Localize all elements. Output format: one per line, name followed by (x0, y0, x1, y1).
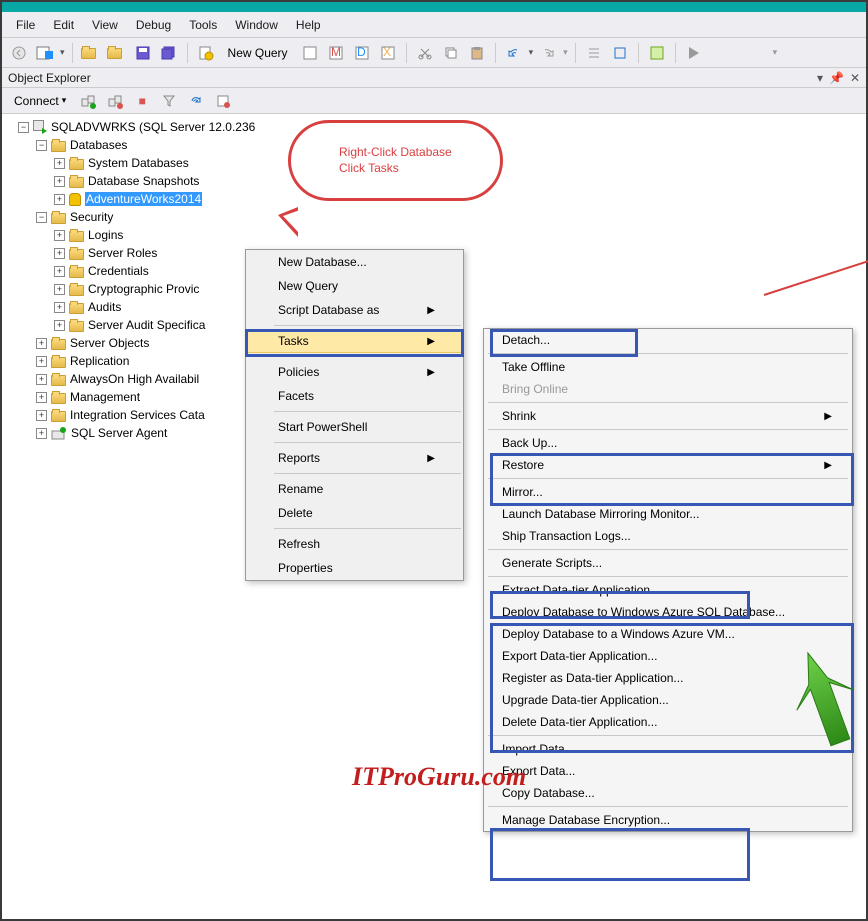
redo-button[interactable] (537, 42, 559, 64)
highlight-export-copy (490, 828, 750, 881)
cm-facets[interactable]: Facets (246, 384, 463, 408)
script2-button[interactable]: M (325, 42, 347, 64)
menu-window[interactable]: Window (227, 14, 286, 36)
sm-shrink[interactable]: Shrink▶ (484, 405, 852, 427)
cm-script-database[interactable]: Script Database as▶ (246, 298, 463, 322)
menu-debug[interactable]: Debug (128, 14, 179, 36)
open-button[interactable] (80, 42, 102, 64)
object-explorer-header: Object Explorer ▾ 📌 ✕ (2, 68, 866, 88)
script1-button[interactable] (299, 42, 321, 64)
watermark: ITProGuru.com (352, 762, 526, 792)
sm-copy-db[interactable]: Copy Database... (484, 782, 852, 804)
tasks-submenu: Detach... Take Offline Bring Online Shri… (483, 328, 853, 832)
sm-take-offline[interactable]: Take Offline (484, 356, 852, 378)
sm-deploy-azure[interactable]: Deploy Database to Windows Azure SQL Dat… (484, 601, 852, 623)
panel-toolbar: Connect▾ ■ (2, 88, 866, 114)
activity-button[interactable] (646, 42, 668, 64)
save-all-button[interactable] (158, 42, 180, 64)
cm-new-database[interactable]: New Database... (246, 250, 463, 274)
script3-button[interactable]: D (351, 42, 373, 64)
back-button[interactable] (8, 42, 30, 64)
toolbar: ▾ New Query M D X ▾ ▾ ▾ (2, 38, 866, 68)
svg-text:M: M (331, 46, 341, 59)
sm-mirror[interactable]: Mirror... (484, 481, 852, 503)
save-button[interactable] (132, 42, 154, 64)
copy-button[interactable] (440, 42, 462, 64)
play-button[interactable] (683, 42, 705, 64)
open2-button[interactable] (106, 42, 128, 64)
tree-security[interactable]: −Security (2, 208, 866, 226)
sm-backup[interactable]: Back Up... (484, 432, 852, 454)
script-icon[interactable] (212, 90, 234, 112)
svg-text:D: D (357, 46, 366, 59)
connect-icon[interactable] (77, 90, 99, 112)
sm-generate-scripts[interactable]: Generate Scripts... (484, 552, 852, 574)
close-icon[interactable]: ✕ (850, 71, 860, 85)
nav2-button[interactable] (609, 42, 631, 64)
cm-delete[interactable]: Delete (246, 501, 463, 525)
menu-edit[interactable]: Edit (45, 14, 82, 36)
cm-new-query[interactable]: New Query (246, 274, 463, 298)
sm-restore[interactable]: Restore▶ (484, 454, 852, 476)
new-project-button[interactable] (34, 42, 56, 64)
sm-export-data[interactable]: Export Data... (484, 760, 852, 782)
context-menu: New Database... New Query Script Databas… (245, 249, 464, 581)
disconnect-icon[interactable] (104, 90, 126, 112)
undo-button[interactable] (503, 42, 525, 64)
svg-text:X: X (383, 46, 391, 59)
sm-deploy-vm[interactable]: Deploy Database to a Windows Azure VM... (484, 623, 852, 645)
cm-policies[interactable]: Policies▶ (246, 360, 463, 384)
cm-rename[interactable]: Rename (246, 477, 463, 501)
sm-bring-online: Bring Online (484, 378, 852, 400)
callout-tail-fill (283, 210, 300, 234)
sm-detach[interactable]: Detach... (484, 329, 852, 351)
sm-extract-dac[interactable]: Extract Data-tier Application... (484, 579, 852, 601)
sm-manage-encryption[interactable]: Manage Database Encryption... (484, 809, 852, 831)
paste-button[interactable] (466, 42, 488, 64)
script4-button[interactable]: X (377, 42, 399, 64)
cut-button[interactable] (414, 42, 436, 64)
callout-line2: Click Tasks (339, 161, 452, 177)
nav1-button[interactable] (583, 42, 605, 64)
cm-reports[interactable]: Reports▶ (246, 446, 463, 470)
sm-launch-mirror[interactable]: Launch Database Mirroring Monitor... (484, 503, 852, 525)
refresh-icon[interactable] (185, 90, 207, 112)
cm-properties[interactable]: Properties (246, 556, 463, 580)
callout-line1: Right-Click Database (339, 145, 452, 161)
connect-button[interactable]: Connect▾ (8, 92, 72, 110)
titlebar (2, 2, 866, 12)
cm-tasks[interactable]: Tasks▶ (246, 329, 463, 353)
stop-icon[interactable]: ■ (131, 90, 153, 112)
pin-icon[interactable]: 📌 (829, 71, 844, 85)
menu-help[interactable]: Help (288, 14, 329, 36)
menubar: File Edit View Debug Tools Window Help (2, 12, 866, 38)
menu-view[interactable]: View (84, 14, 126, 36)
cm-refresh[interactable]: Refresh (246, 532, 463, 556)
menu-file[interactable]: File (8, 14, 43, 36)
new-query-icon[interactable] (195, 42, 217, 64)
filter-icon[interactable] (158, 90, 180, 112)
cm-powershell[interactable]: Start PowerShell (246, 415, 463, 439)
panel-title: Object Explorer (8, 71, 91, 85)
dropdown-icon[interactable]: ▾ (817, 71, 823, 85)
menu-tools[interactable]: Tools (181, 14, 225, 36)
annotation-green-arrow (795, 650, 855, 750)
callout: Right-Click Database Click Tasks (288, 120, 503, 201)
new-query-button[interactable]: New Query (221, 44, 295, 62)
sm-ship-logs[interactable]: Ship Transaction Logs... (484, 525, 852, 547)
tree-logins[interactable]: +Logins (2, 226, 866, 244)
